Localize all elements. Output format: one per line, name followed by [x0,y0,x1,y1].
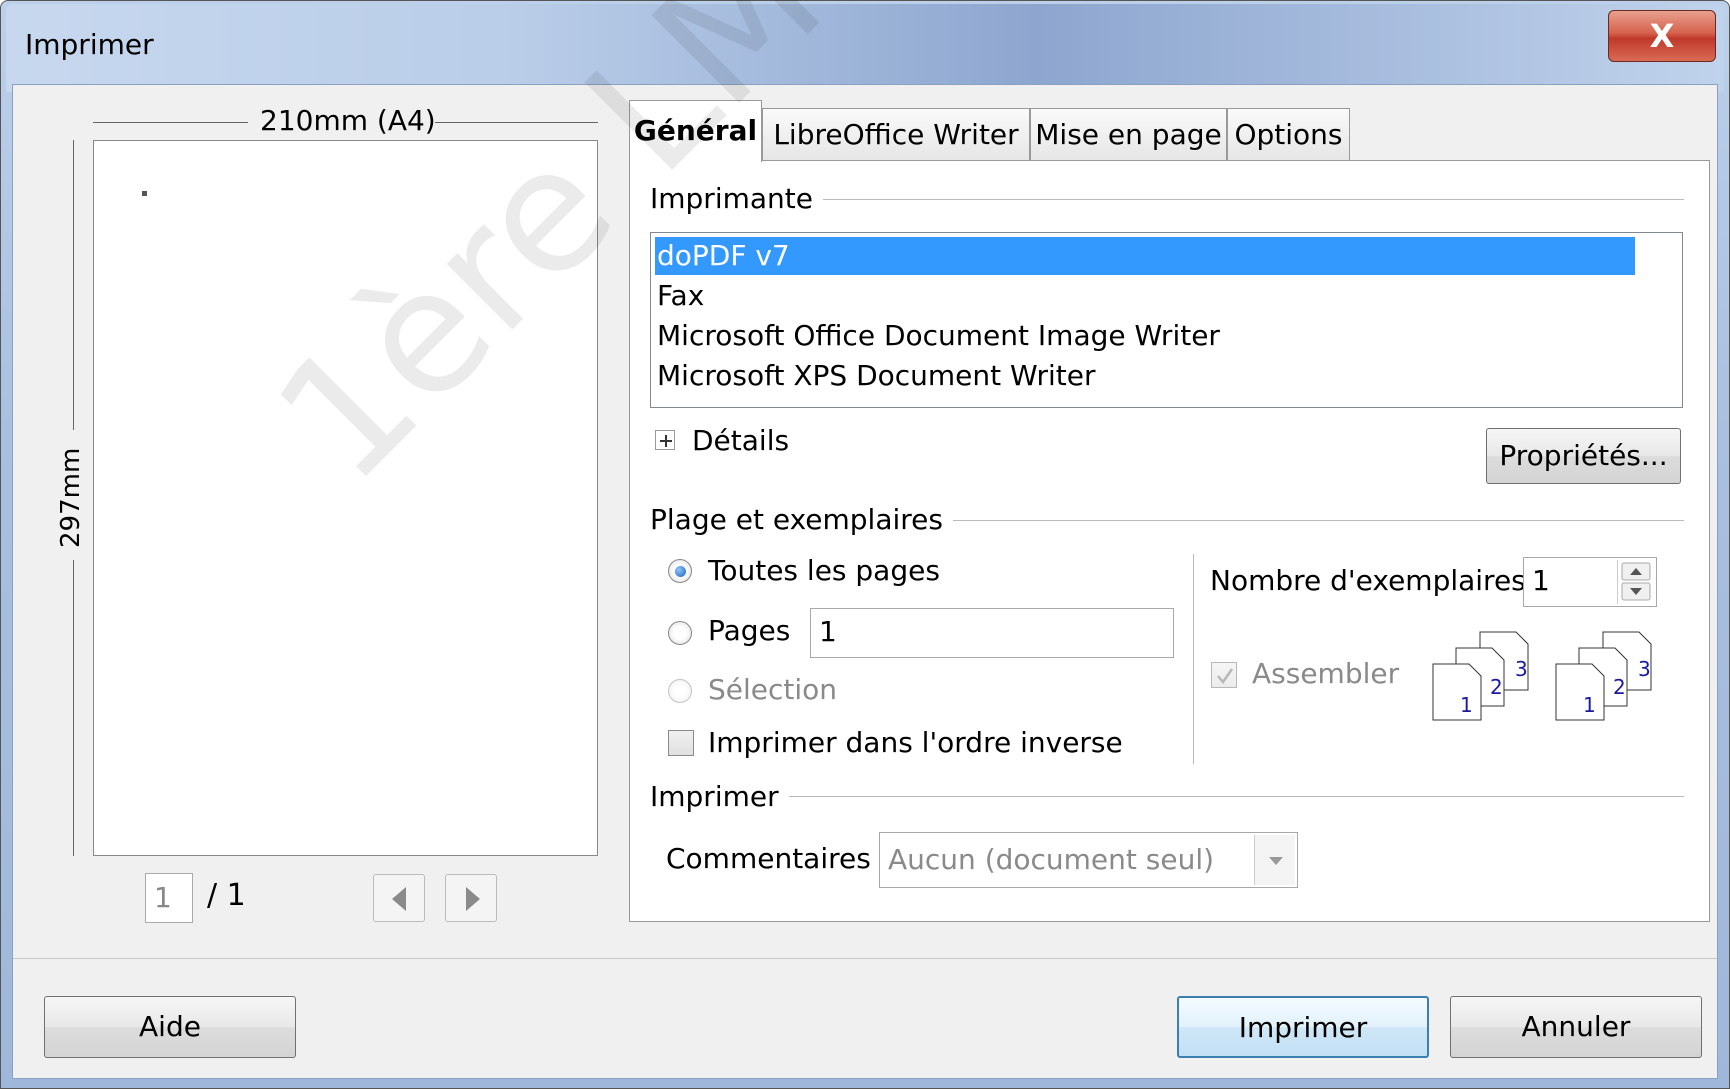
properties-button[interactable]: Propriétés... [1486,428,1681,484]
svg-text:3: 3 [1515,657,1528,681]
footer-divider [13,958,1717,959]
preview-content-mark [142,191,147,196]
page-preview [93,140,598,856]
width-dimension-line-right [435,122,598,123]
selection-label: Sélection [708,673,838,706]
printer-list[interactable]: doPDF v7 Fax Microsoft Office Document I… [650,232,1683,408]
selection-radio[interactable] [668,679,692,703]
range-column-divider [1193,554,1194,764]
range-section-divider [930,520,1684,521]
previous-page-button[interactable] [373,874,425,922]
tab-options[interactable]: Options [1227,108,1350,160]
printer-section-label: Imprimante [650,182,823,215]
pages-label[interactable]: Pages [708,614,790,647]
printer-item[interactable]: Fax [655,277,1635,315]
pages-radio[interactable] [668,621,692,645]
svg-text:1: 1 [1583,693,1596,717]
svg-text:1: 1 [1460,693,1473,717]
printer-item[interactable]: Microsoft XPS Document Writer [655,357,1635,395]
copies-stepper[interactable] [1617,560,1653,604]
printer-item[interactable]: doPDF v7 [655,237,1635,275]
height-dimension-line-bottom [73,560,74,856]
chevron-down-icon [1269,857,1283,865]
all-pages-radio[interactable] [668,559,692,583]
print-button[interactable]: Imprimer [1177,996,1429,1058]
print-section-divider [786,796,1684,797]
next-page-button[interactable] [445,874,497,922]
width-dimension-line-left [93,122,248,123]
paper-width-label: 210mm (A4) [260,104,436,137]
help-button[interactable]: Aide [44,996,296,1058]
all-pages-label[interactable]: Toutes les pages [708,554,940,587]
page-total: / 1 [207,878,246,913]
window-title: Imprimer [25,28,154,61]
chevron-left-icon [392,887,406,911]
uncollated-pages-icon: 3 2 1 [1555,631,1652,721]
title-bar[interactable] [6,4,1724,92]
chevron-right-icon [466,887,480,911]
svg-text:3: 3 [1638,657,1651,681]
height-dimension-line-top [73,140,74,430]
printer-item[interactable]: Microsoft Office Document Image Writer [655,317,1635,355]
range-section-label: Plage et exemplaires [650,503,953,536]
expand-details-icon[interactable] [655,430,675,450]
collated-pages-icon: 3 2 1 [1432,631,1529,721]
printer-section-divider [820,199,1684,200]
cancel-button[interactable]: Annuler [1450,996,1702,1058]
paper-height-label: 297mm [56,447,86,548]
tab-general[interactable]: Général [629,100,762,162]
tab-libreoffice-writer[interactable]: LibreOffice Writer [762,108,1030,160]
comments-label: Commentaires [666,842,871,875]
copies-label: Nombre d'exemplaires [1210,564,1526,597]
pages-input[interactable]: 1 [810,608,1174,658]
reverse-order-label[interactable]: Imprimer dans l'ordre inverse [708,726,1123,759]
spin-arrows-icon [1621,562,1651,601]
svg-text:2: 2 [1490,675,1503,699]
comments-select[interactable]: Aucun (document seul) [879,832,1298,888]
details-label[interactable]: Détails [692,424,789,457]
reverse-order-checkbox[interactable] [668,730,694,756]
checkmark-icon [1217,668,1234,685]
close-button[interactable]: X [1608,10,1716,62]
tab-mise-en-page[interactable]: Mise en page [1030,108,1227,160]
collate-label: Assembler [1252,657,1400,690]
comments-dropdown[interactable] [1254,835,1295,885]
svg-text:2: 2 [1613,675,1626,699]
print-section-label: Imprimer [650,780,789,813]
collate-checkbox[interactable] [1211,662,1237,688]
page-number-input[interactable]: 1 [145,873,193,923]
